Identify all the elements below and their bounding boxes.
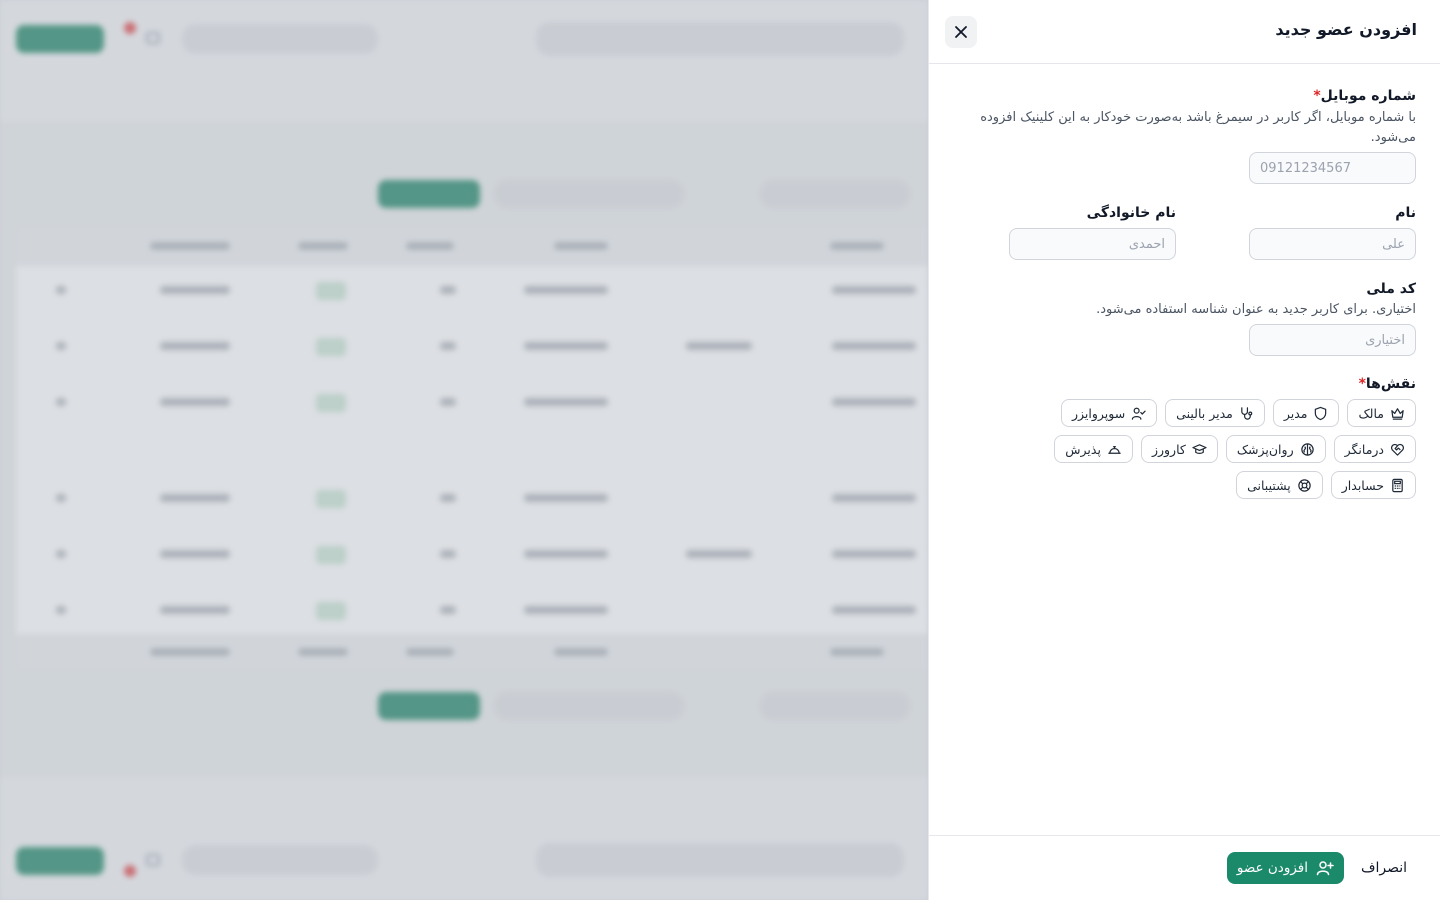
life-buoy-icon [1298,478,1311,492]
brain-icon [1300,442,1314,456]
modal-backdrop[interactable] [0,0,928,900]
shield-icon [1315,406,1327,420]
role-chip-owner[interactable]: مالک [1347,399,1416,427]
cancel-button[interactable]: انصراف [1351,852,1417,884]
drawer-footer: انصراف افزودن عضو [929,835,1440,900]
roles-label: نقش‌ها* [1359,376,1416,392]
national-code-input[interactable] [1249,324,1416,356]
user-plus-icon [1316,861,1334,876]
role-chip-therapist[interactable]: درمانگر [1333,435,1416,463]
graduation-cap-icon [1192,443,1207,454]
role-label: پشتیبانی [1247,477,1291,493]
role-label: مدیر [1283,405,1308,421]
user-check-icon [1131,407,1146,420]
role-label: مالک [1358,405,1384,421]
mobile-input[interactable] [1249,152,1416,184]
role-label: مدیر بالینی [1176,405,1233,421]
heart-handshake-icon [1391,443,1404,456]
national-code-help: اختیاری. برای کاربر جدید به عنوان شناسه … [1096,302,1416,317]
concierge-bell-icon [1108,445,1121,454]
role-label: روان‌پزشک [1236,441,1294,457]
calculator-icon [1392,478,1403,492]
first-name-input[interactable] [1249,228,1416,260]
role-label: حسابدار [1341,477,1384,493]
role-chip-admin[interactable]: مدیر [1272,399,1340,427]
required-mark: * [1313,88,1321,104]
role-label: سوپروایزر [1071,405,1126,421]
role-chip-clinical-manager[interactable]: مدیر بالینی [1165,399,1265,427]
add-member-button[interactable]: افزودن عضو [1226,852,1344,884]
mobile-label: شماره موبایل* [1313,88,1416,104]
role-chip-intern[interactable]: کارورز [1140,435,1218,463]
required-mark: * [1358,376,1366,392]
role-chip-supervisor[interactable]: سوپروایزر [1060,399,1158,427]
role-chip-psychiatrist[interactable]: روان‌پزشک [1225,435,1326,463]
crown-icon [1391,407,1404,420]
role-chip-reception[interactable]: پذیرش [1054,435,1133,463]
role-chip-support[interactable]: پشتیبانی [1236,471,1323,499]
role-label: کارورز [1151,441,1186,457]
close-button[interactable] [945,16,977,48]
drawer-header: افزودن عضو جدید [929,0,1440,64]
role-chip-accountant[interactable]: حسابدار [1330,471,1416,499]
roles-label-text: نقش‌ها [1365,376,1416,392]
mobile-help: با شماره موبایل، اگر کاربر در سیمرغ باشد… [980,110,1416,145]
role-label: درمانگر [1344,441,1384,457]
mobile-label-text: شماره موبایل [1320,88,1416,104]
stethoscope-icon [1241,406,1253,420]
national-code-label: کد ملی [1366,281,1416,297]
last-name-label: نام خانوادگی [1086,205,1176,221]
drawer-title: افزودن عضو جدید [1275,20,1417,39]
add-member-drawer: افزودن عضو جدید شماره موبایل* با شماره م… [928,0,1440,900]
role-label: پذیرش [1065,441,1101,457]
roles-group: مالک مدیر مدیر بالینی سوپروایزر درمانگر … [976,399,1416,499]
add-member-label: افزودن عضو [1236,860,1308,876]
first-name-label: نام [1395,205,1416,221]
last-name-input[interactable] [1009,228,1176,260]
close-icon [955,26,967,38]
